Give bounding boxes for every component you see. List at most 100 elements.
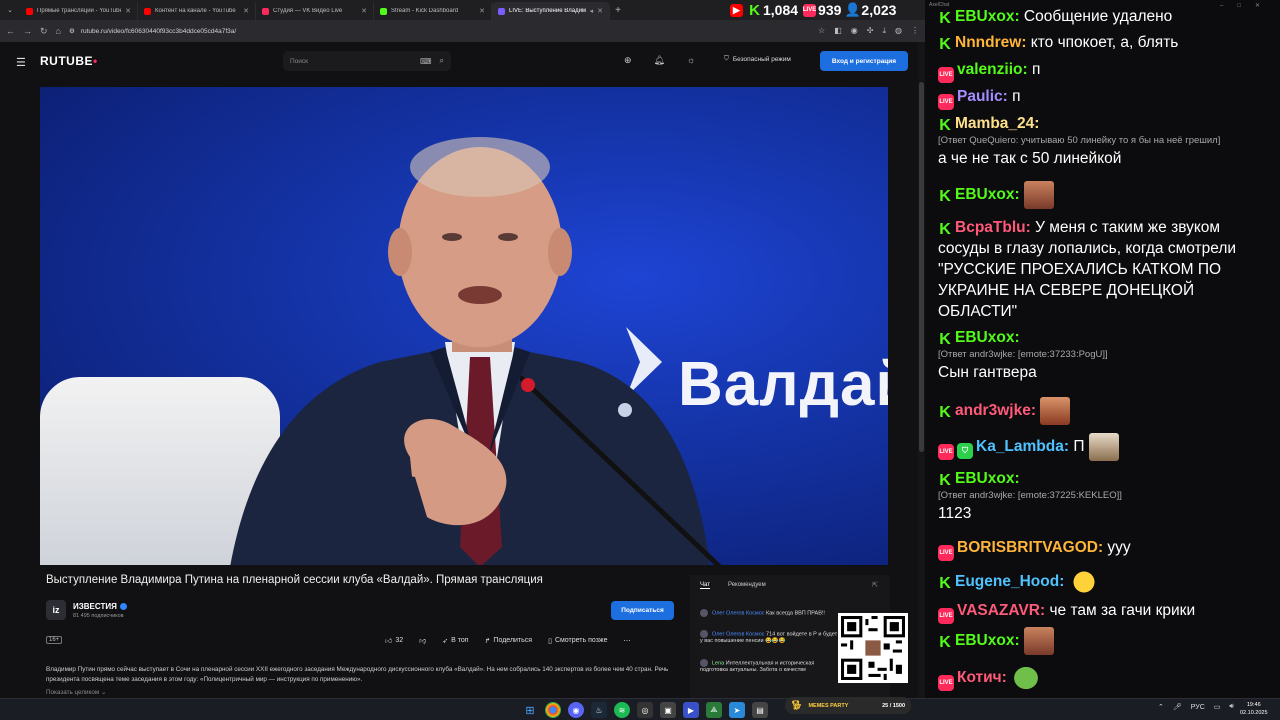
screen: { "browser": { "tabs": [ {"title": "Прям… [0, 0, 1280, 720]
language-indicator[interactable]: РУС [1191, 704, 1205, 711]
channel-name[interactable]: ИЗВЕСТИЯ [73, 602, 127, 611]
bell-icon[interactable]: 🔔︎ [654, 55, 665, 66]
chat-text: а че не так с 50 линейкой [938, 150, 1122, 167]
tab-title: LIVE: Выступление Владим [509, 8, 586, 14]
volume-icon[interactable]: 🔊︎ [1229, 703, 1233, 711]
puzzle-icon[interactable]: ✣ [867, 26, 874, 36]
vk-live-badge-icon: LIVE [938, 67, 954, 83]
system-clock[interactable]: 19:46 02.10.2025 [1240, 701, 1268, 717]
qr-code-image [841, 616, 905, 680]
browser-tab[interactable]: Студия — VK Видео Live ✕ [256, 2, 374, 20]
chevron-up-icon[interactable]: ⌃ [1158, 703, 1164, 711]
live-icon: LIVE [803, 3, 816, 17]
close-icon[interactable]: ✕ [243, 7, 249, 15]
tab-recommended[interactable]: Рекомендуем [728, 582, 766, 589]
monitor-icon[interactable]: ▭ [1214, 703, 1221, 711]
like-button[interactable]: 👍︎ 32 [385, 636, 403, 645]
search-icon[interactable]: ⌕ [440, 56, 444, 66]
chat-message: K EBUxox: [Ответ andr3wjke: [emote:37225:K… [938, 468, 1273, 524]
back-icon[interactable]: ← [6, 26, 15, 36]
safe-mode-toggle[interactable]: ⛉ Безопасный режим [724, 55, 791, 63]
total-viewer-count: 2,023 [861, 2, 897, 18]
download-icon[interactable]: ⤓ [882, 26, 886, 36]
chat-nick: Eugene_Hood [955, 573, 1060, 591]
new-tab-button[interactable]: + [610, 5, 626, 16]
mic-icon[interactable]: 🎤︎ [1173, 703, 1182, 711]
extension-icon[interactable]: ◉ [851, 26, 858, 36]
chat-nick: Mamba_24 [955, 115, 1035, 132]
rocket-icon: ➶ [442, 637, 449, 645]
close-icon[interactable]: ✕ [479, 7, 485, 15]
kick-viewers: K 1,084 [748, 2, 798, 19]
clock-date: 02.10.2025 [1240, 710, 1268, 716]
tab-search-icon[interactable]: ⌄ [0, 6, 20, 14]
extension-icon[interactable]: ◧ [834, 26, 842, 36]
scrollbar-thumb[interactable] [919, 82, 924, 452]
system-tray: ⌃ 🎤︎ РУС ▭ 🔊︎ [1158, 703, 1234, 711]
steam-icon[interactable]: ♨ [591, 702, 607, 718]
discord-icon[interactable]: ◉ [568, 702, 584, 718]
site-info-icon[interactable]: ⚙ [69, 27, 75, 35]
hamburger-menu-icon[interactable]: ☰ [16, 56, 26, 69]
tab-chat[interactable]: Чат [700, 582, 710, 589]
dislike-button[interactable]: 👎︎ [419, 636, 426, 645]
profile-icon[interactable]: ◍ [895, 26, 902, 36]
app-icon[interactable]: ▣ [660, 702, 676, 718]
menu-icon[interactable]: ⋮ [911, 26, 919, 36]
app-icon[interactable]: ▤ [752, 702, 768, 718]
spotify-icon[interactable]: ≋ [614, 702, 630, 718]
channel-text: ИЗВЕСТИЯ 81 495 подписчиков [73, 602, 127, 619]
telegram-icon[interactable]: ➤ [729, 702, 745, 718]
forward-icon[interactable]: → [23, 26, 32, 36]
share-button[interactable]: ↱ Поделиться [485, 637, 533, 645]
chat-nick: valenziio [957, 61, 1023, 78]
top-button[interactable]: ➶ В топ [442, 637, 468, 645]
rutube-logo[interactable]: RUTUBE• [40, 54, 98, 68]
upload-icon[interactable]: ⊕ [624, 55, 632, 66]
watch-later-label: Смотреть позже [554, 637, 608, 644]
total-viewers: 👤 2,023 [845, 2, 897, 18]
chat-reply: [Ответ andr3wjke: [emote:37225:KEKLEO]] [938, 490, 1122, 501]
home-icon[interactable]: ⌂ [56, 26, 61, 36]
channel-info[interactable]: iz ИЗВЕСТИЯ 81 495 подписчиков [46, 600, 127, 620]
emote-image [1011, 664, 1042, 692]
chat-text: 1123 [938, 505, 972, 522]
video-title: Выступление Владимира Путина на пленарно… [46, 574, 543, 586]
app-icon[interactable]: ▶ [683, 702, 699, 718]
more-icon[interactable]: ⋯ [624, 637, 631, 645]
chat-text: п [1031, 61, 1041, 78]
side-chat-message: Олег Олегов Космос 714 вот войдете в Р и… [700, 630, 840, 645]
side-chat-message: Lena Интеллектуальная и историческая под… [700, 659, 840, 674]
windows-start-icon[interactable]: ⊞ [522, 702, 538, 718]
theme-icon[interactable]: ☼ [687, 55, 695, 66]
browser-tab-active[interactable]: LIVE: Выступление Владим ◂ ✕ [492, 2, 610, 20]
chat-message: K BcpaTblu: У меня с таким же звуком сосу… [938, 217, 1273, 322]
keyboard-icon[interactable]: ⌨ [420, 57, 432, 66]
page-scrollbar[interactable] [918, 42, 925, 698]
speaker-icon[interactable]: ◂ [590, 7, 594, 15]
login-button[interactable]: Вход и регистрация [820, 51, 908, 71]
reload-icon[interactable]: ↻ [40, 26, 48, 37]
close-icon[interactable]: ✕ [597, 7, 603, 15]
video-actions: 👍︎ 32 👎︎ ➶ В топ ↱ Поделиться ▯ Смотреть поз… [385, 636, 631, 645]
search-input[interactable]: Поиск ⌨ ⌕ [283, 51, 451, 71]
subscribe-button[interactable]: Подписаться [611, 601, 674, 620]
popout-icon[interactable]: ⇱ [872, 581, 878, 589]
chat-message: LIVE valenziio: п [938, 59, 1273, 83]
chat-text: п [1012, 88, 1021, 105]
close-icon[interactable]: ✕ [361, 7, 367, 15]
url-field[interactable]: ⚙ rutube.ru/video/fc60630440f93cc3b4ddce0… [69, 27, 810, 36]
browser-tab[interactable]: Контент на канале - YouTube ✕ [138, 2, 256, 20]
watch-later-button[interactable]: ▯ Смотреть позже [548, 637, 607, 645]
show-all-link[interactable]: Показать целиком ⌄ [46, 689, 106, 696]
star-icon[interactable]: ☆ [818, 26, 825, 36]
video-player[interactable]: Валдай [40, 87, 888, 565]
channel-avatar[interactable]: iz [46, 600, 66, 620]
browser-tab[interactable]: Stream - Kick Dashboard ✕ [374, 2, 492, 20]
obs-icon[interactable]: ◎ [637, 702, 653, 718]
browser-tab[interactable]: Прямые трансляции - YouTube ✕ [20, 2, 138, 20]
app-icon[interactable]: ⟁ [706, 702, 722, 718]
thumbs-down-icon: 👎︎ [419, 638, 427, 645]
chrome-icon[interactable] [545, 702, 561, 718]
close-icon[interactable]: ✕ [125, 7, 131, 15]
